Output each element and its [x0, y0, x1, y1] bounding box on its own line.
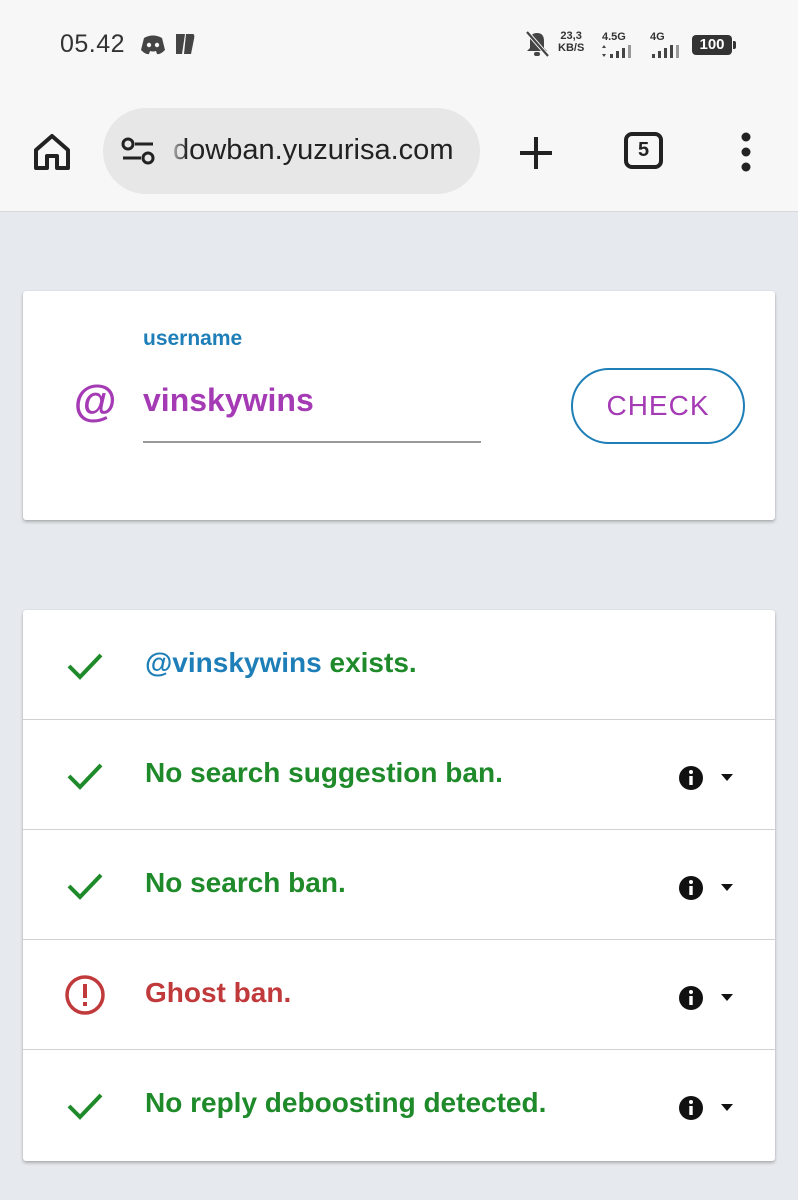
clock: 05.42	[60, 30, 126, 58]
result-text: @vinskywins exists.	[145, 647, 417, 679]
error-icon	[65, 975, 105, 1015]
tabs-switcher-button[interactable]: 5	[624, 132, 663, 169]
net-speed-unit: KB/S	[558, 42, 585, 54]
check-button[interactable]: CHECK	[571, 368, 745, 444]
result-row-reply-deboosting[interactable]: No reply deboosting detected.	[23, 1050, 775, 1160]
caret-down-icon[interactable]	[720, 993, 734, 1003]
username-handle: @vinskywins	[145, 647, 322, 678]
status-bar: 05.42 23,3 KB/S 4.5G 4G 100	[0, 0, 798, 92]
signal-icon	[602, 45, 631, 58]
discord-icon	[141, 35, 165, 55]
check-icon	[67, 763, 103, 790]
tune-icon[interactable]	[121, 136, 157, 166]
check-icon	[67, 1093, 103, 1120]
info-icon[interactable]	[678, 875, 704, 901]
info-icon[interactable]	[678, 1095, 704, 1121]
check-icon	[67, 653, 103, 680]
result-text: Ghost ban.	[145, 977, 292, 1008]
caret-down-icon[interactable]	[720, 773, 734, 783]
result-row-search-suggestion[interactable]: No search suggestion ban.	[23, 720, 775, 830]
signal-type-1: 4.5G	[602, 31, 626, 43]
info-icon[interactable]	[678, 985, 704, 1011]
bell-off-icon	[525, 30, 550, 58]
result-text: No search ban.	[145, 867, 346, 898]
home-icon[interactable]	[30, 130, 74, 174]
result-text: No search suggestion ban.	[145, 757, 503, 788]
battery-icon: 100	[692, 35, 736, 55]
url-text[interactable]: dowban.yuzurisa.com	[173, 134, 453, 167]
username-label: username	[143, 327, 243, 350]
signal-icon	[652, 45, 679, 58]
caret-down-icon[interactable]	[720, 1103, 734, 1113]
result-row-exists: @vinskywins exists.	[23, 610, 775, 720]
result-row-search-ban[interactable]: No search ban.	[23, 830, 775, 940]
browser-toolbar: dowban.yuzurisa.com 5	[0, 92, 798, 212]
username-form-card: @ username CHECK	[23, 291, 775, 520]
username-input[interactable]	[143, 373, 481, 443]
results-card: @vinskywins exists. No search suggestion…	[23, 610, 775, 1161]
more-vert-icon[interactable]	[740, 132, 752, 172]
net-speed-value: 23,3	[560, 30, 582, 42]
signal-type-2: 4G	[650, 31, 665, 43]
url-fade	[167, 108, 187, 194]
result-text: No reply deboosting detected.	[145, 1087, 547, 1118]
result-row-ghost-ban[interactable]: Ghost ban.	[23, 940, 775, 1050]
app-icon	[176, 34, 195, 54]
result-text-suffix: exists.	[321, 647, 417, 678]
address-bar[interactable]: dowban.yuzurisa.com	[103, 108, 480, 194]
new-tab-icon[interactable]	[515, 132, 557, 174]
check-icon	[67, 873, 103, 900]
at-prefix: @	[73, 377, 116, 426]
net-speed: 23,3 KB/S	[558, 30, 584, 54]
info-icon[interactable]	[678, 765, 704, 791]
caret-down-icon[interactable]	[720, 883, 734, 893]
